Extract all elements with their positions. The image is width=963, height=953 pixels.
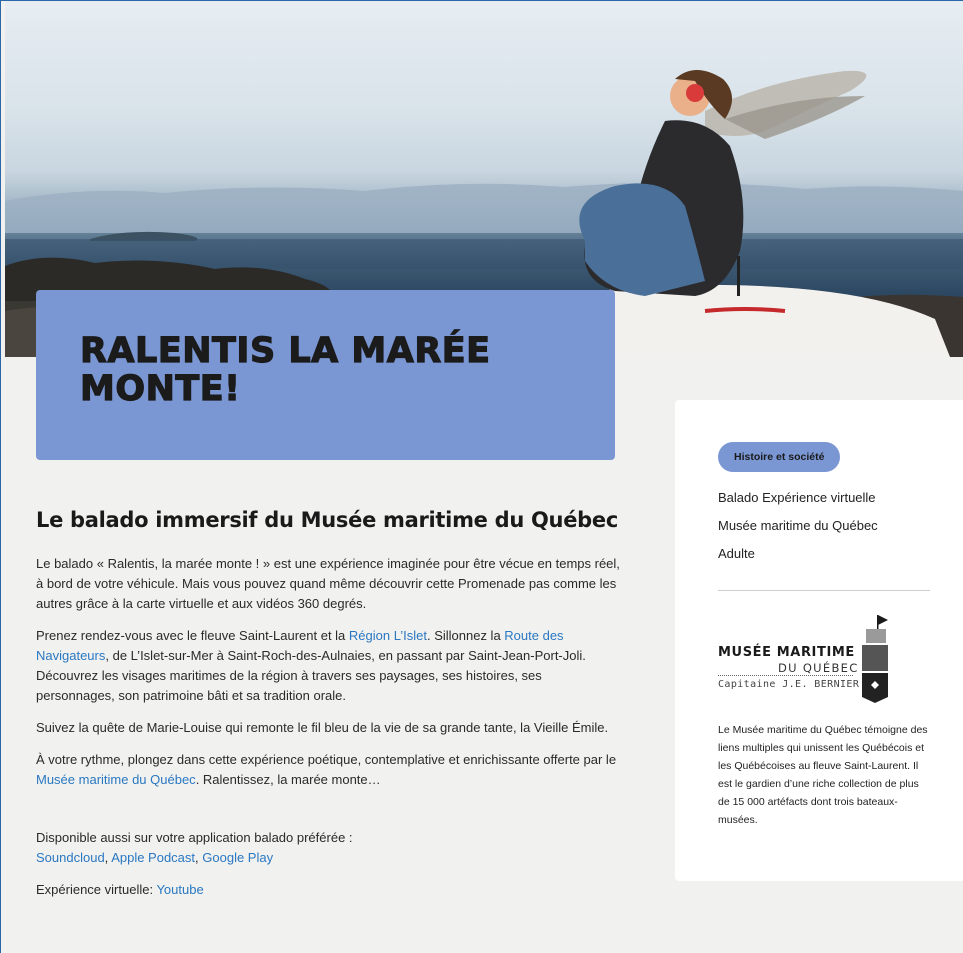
lighthouse-icon (862, 615, 888, 703)
divider (718, 590, 930, 591)
soundcloud-link[interactable]: Soundcloud (36, 850, 105, 865)
google-play-link[interactable]: Google Play (202, 850, 273, 865)
availability-label: Disponible aussi sur votre application b… (36, 830, 353, 845)
text: , de L’Islet-sur-Mer à Saint-Roch-des-Au… (36, 648, 586, 703)
logo-line-3: Capitaine J.E. BERNIER (718, 679, 860, 690)
meta-organization: Musée maritime du Québec (718, 518, 878, 533)
meta-type: Balado Expérience virtuelle (718, 490, 876, 505)
section-heading: Le balado immersif du Musée maritime du … (36, 508, 618, 532)
musee-maritime-link[interactable]: Musée maritime du Québec (36, 772, 196, 787)
virtual-label: Expérience virtuelle: (36, 882, 157, 897)
text: À votre rythme, plongez dans cette expér… (36, 752, 617, 767)
logo-dotted-rule (718, 675, 853, 676)
quest-paragraph: Suivez la quête de Marie-Louise qui remo… (36, 720, 609, 735)
meta-list: Balado Expérience virtuelle Musée mariti… (718, 484, 930, 568)
museum-paragraph: À votre rythme, plongez dans cette expér… (36, 750, 621, 790)
info-sidebar: Histoire et société Balado Expérience vi… (675, 400, 963, 881)
youtube-link[interactable]: Youtube (156, 882, 203, 897)
text: Prenez rendez-vous avec le fleuve Saint-… (36, 628, 349, 643)
logo-line-2: DU QUÉBEC (778, 661, 859, 675)
text: . Ralentissez, la marée monte… (195, 772, 381, 787)
title-banner: RALENTIS LA MARÉE MONTE! (36, 290, 615, 460)
region-lislet-link[interactable]: Région L’Islet (349, 628, 427, 643)
museum-logo: MUSÉE MARITIME DU QUÉBEC Capitaine J.E. … (718, 615, 930, 705)
intro-paragraph: Le balado « Ralentis, la marée monte ! »… (36, 556, 620, 611)
main-content: Le balado immersif du Musée maritime du … (36, 508, 621, 912)
availability-paragraph: Disponible aussi sur votre application b… (36, 828, 621, 868)
route-paragraph: Prenez rendez-vous avec le fleuve Saint-… (36, 626, 621, 706)
category-badge[interactable]: Histoire et société (718, 442, 841, 472)
apple-podcast-link[interactable]: Apple Podcast (111, 850, 195, 865)
logo-line-1: MUSÉE MARITIME (718, 645, 855, 660)
text: . Sillonnez la (426, 628, 505, 643)
virtual-experience-paragraph: Expérience virtuelle: Youtube (36, 880, 621, 900)
page-title: RALENTIS LA MARÉE MONTE! (79, 331, 491, 409)
museum-description: Le Musée maritime du Québec témoigne des… (718, 724, 928, 826)
meta-audience: Adulte (718, 546, 755, 561)
